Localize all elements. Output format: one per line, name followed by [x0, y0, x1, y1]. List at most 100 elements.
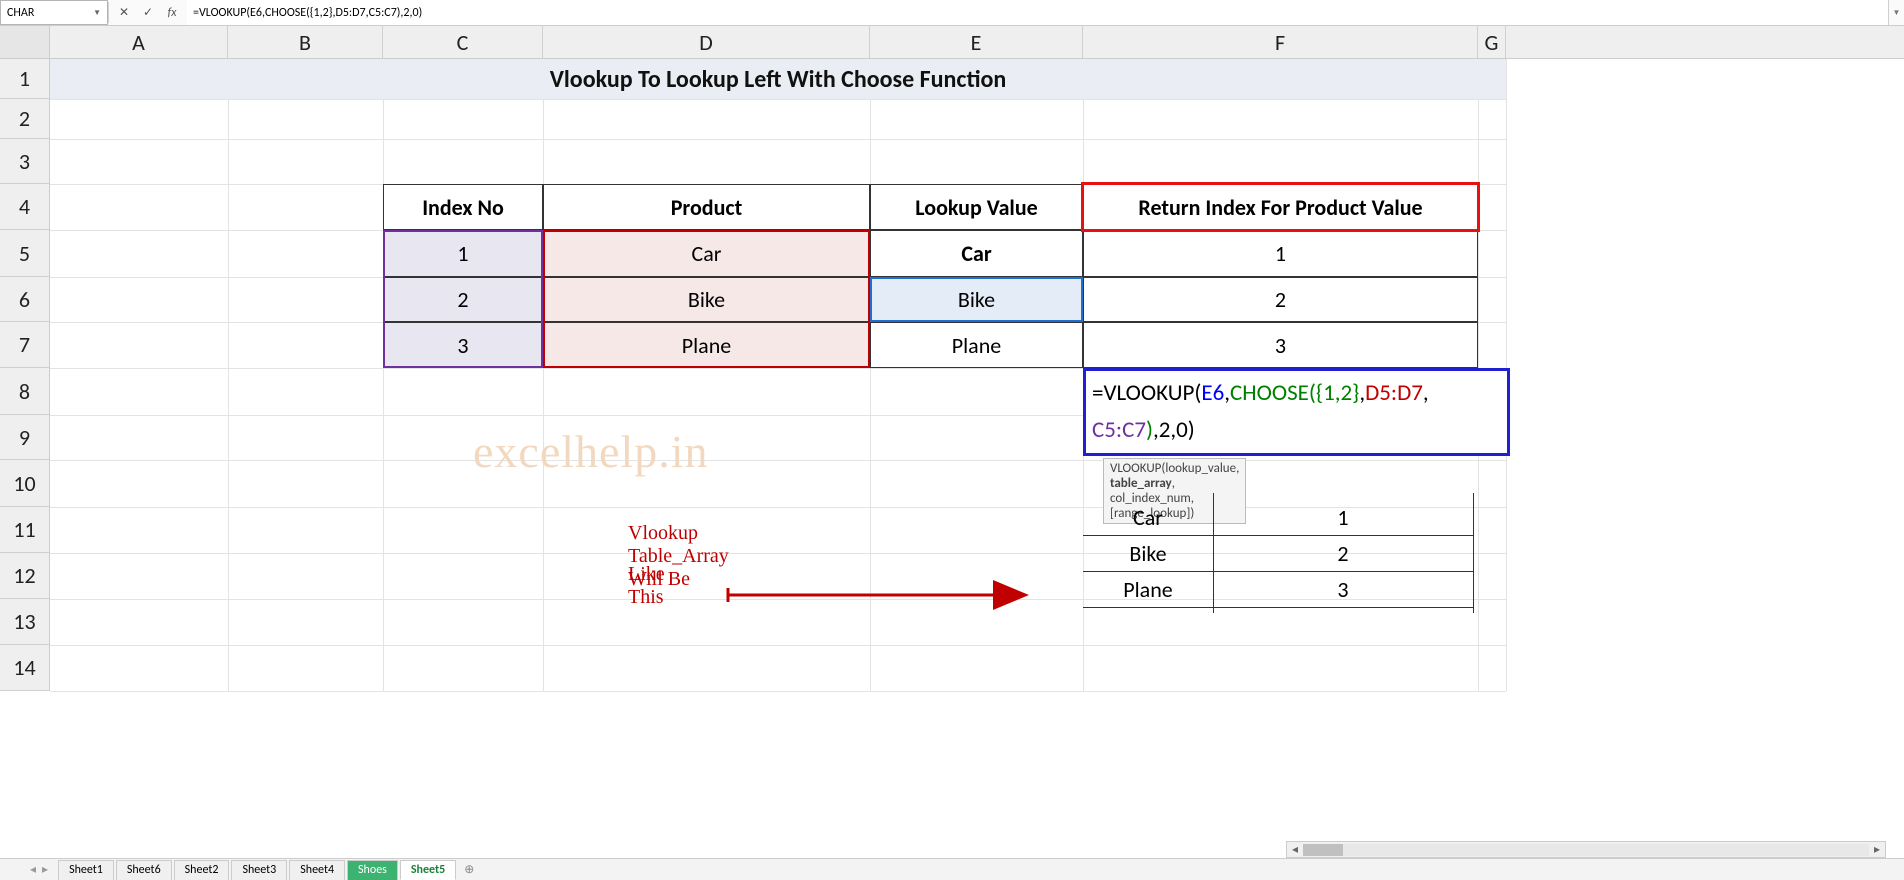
formula-array: {1,2} — [1316, 379, 1360, 407]
col-header-F[interactable]: F — [1083, 26, 1478, 58]
add-sheet-icon[interactable]: ⊕ — [464, 862, 474, 877]
tooltip-sep: , — [1172, 476, 1175, 491]
formula-part: =VLOOKUP( — [1092, 379, 1201, 407]
tab-nav[interactable]: ◂ ▸ — [30, 862, 48, 877]
cell-lookup-2[interactable]: Bike — [870, 277, 1083, 322]
col-header-C[interactable]: C — [383, 26, 543, 58]
cell-index-1[interactable]: 1 — [383, 230, 543, 277]
virtual-cell: Bike — [1083, 535, 1213, 571]
col-header-G[interactable]: G — [1478, 26, 1506, 58]
cell-value: 2 — [457, 286, 468, 313]
row-header-9[interactable]: 9 — [0, 415, 49, 460]
fx-icon[interactable]: fx — [161, 6, 183, 20]
cell-lookup-3[interactable]: Plane — [870, 322, 1083, 368]
row-header-7[interactable]: 7 — [0, 322, 49, 368]
column-headers: ABCDEFG — [50, 26, 1904, 59]
tab-sheet1[interactable]: Sheet1 — [58, 860, 114, 880]
tooltip-fn: VLOOKUP( — [1110, 461, 1165, 476]
col-header-B[interactable]: B — [228, 26, 383, 58]
formula-input[interactable]: =VLOOKUP(E6,CHOOSE({1,2},D5:D7,C5:C7),2,… — [187, 0, 1888, 25]
watermark: excelhelp.in — [473, 425, 709, 478]
scroll-thumb[interactable] — [1303, 844, 1343, 856]
virtual-cell: Plane — [1083, 571, 1213, 607]
cell-value: Bike — [958, 286, 995, 313]
cell-value: Bike — [688, 286, 725, 313]
name-box[interactable]: CHAR ▼ — [0, 0, 108, 25]
formula-ref-d: D5:D7 — [1365, 379, 1423, 407]
formula-part: , — [1423, 379, 1429, 407]
cancel-icon[interactable]: ✕ — [113, 5, 135, 20]
cell-value: Car — [961, 240, 991, 267]
row-header-12[interactable]: 12 — [0, 553, 49, 599]
row-header-8[interactable]: 8 — [0, 368, 49, 415]
virtual-cell: 3 — [1213, 571, 1473, 607]
cell-product-3[interactable]: Plane — [543, 322, 870, 368]
scroll-track[interactable] — [1303, 844, 1869, 856]
cell-value: Plane — [682, 332, 731, 359]
header-index-text: Index No — [422, 194, 504, 221]
virtual-cell: Car — [1083, 499, 1213, 535]
cell-lookup-1[interactable]: Car — [870, 230, 1083, 277]
grid: ABCDEFG 1234567891011121314 Vlookup To L… — [0, 26, 1904, 870]
chevron-down-icon[interactable]: ▼ — [93, 8, 101, 18]
row-headers: 1234567891011121314 — [0, 59, 50, 691]
cell-product-1[interactable]: Car — [543, 230, 870, 277]
formula-display-box: =VLOOKUP(E6,CHOOSE({1,2},D5:D7,C5:C7),2,… — [1083, 368, 1510, 456]
cell-value: 1 — [1275, 240, 1286, 267]
callout-red-header — [1081, 182, 1480, 232]
header-lookup: Lookup Value — [870, 184, 1083, 230]
name-box-value: CHAR — [7, 6, 34, 20]
formula-bar: CHAR ▼ ✕ ✓ fx =VLOOKUP(E6,CHOOSE({1,2},D… — [0, 0, 1904, 26]
row-header-5[interactable]: 5 — [0, 230, 49, 277]
cell-return-2[interactable]: 2 — [1083, 277, 1478, 322]
row-header-2[interactable]: 2 — [0, 99, 49, 139]
row-header-11[interactable]: 11 — [0, 507, 49, 553]
cell-product-2[interactable]: Bike — [543, 277, 870, 322]
row-header-13[interactable]: 13 — [0, 599, 49, 645]
formula-text: =VLOOKUP(E6,CHOOSE({1,2},D5:D7,C5:C7),2,… — [193, 6, 422, 20]
cell-return-3[interactable]: 3 — [1083, 322, 1478, 368]
row-header-6[interactable]: 6 — [0, 277, 49, 322]
formula-part: ,2,0) — [1153, 416, 1195, 444]
cell-index-2[interactable]: 2 — [383, 277, 543, 322]
virtual-cell: 2 — [1213, 535, 1473, 571]
cell-value: 1 — [457, 240, 468, 267]
arrow-icon — [723, 575, 1043, 615]
col-header-A[interactable]: A — [50, 26, 228, 58]
formula-choose: CHOOSE( — [1230, 379, 1316, 407]
scroll-right-icon[interactable]: ▸ — [1869, 842, 1885, 857]
formula-part: ) — [1146, 416, 1153, 444]
cell-return-1[interactable]: 1 — [1083, 230, 1478, 277]
cell-value: Plane — [952, 332, 1001, 359]
row-header-14[interactable]: 14 — [0, 645, 49, 691]
col-header-D[interactable]: D — [543, 26, 870, 58]
tab-sheet2[interactable]: Sheet2 — [174, 860, 230, 880]
formula-ref-c: C5:C7 — [1092, 416, 1146, 444]
cell-index-3[interactable]: 3 — [383, 322, 543, 368]
select-all-corner[interactable] — [0, 26, 50, 59]
tab-sheet4[interactable]: Sheet4 — [289, 860, 345, 880]
row-header-10[interactable]: 10 — [0, 460, 49, 507]
tab-shoes[interactable]: Shoes — [347, 860, 398, 880]
header-product-text: Product — [671, 194, 743, 221]
tab-sheet3[interactable]: Sheet3 — [231, 860, 287, 880]
enter-icon[interactable]: ✓ — [137, 5, 159, 20]
cell-value: 2 — [1275, 286, 1286, 313]
expand-formula-bar-icon[interactable]: ▼ — [1888, 0, 1904, 25]
col-header-E[interactable]: E — [870, 26, 1083, 58]
tab-first-icon[interactable]: ◂ — [30, 862, 36, 877]
tab-sheet6[interactable]: Sheet6 — [116, 860, 172, 880]
scroll-left-icon[interactable]: ◂ — [1287, 842, 1303, 857]
row-header-1[interactable]: 1 — [0, 59, 49, 99]
tooltip-sep: , — [1236, 461, 1239, 476]
row-header-3[interactable]: 3 — [0, 139, 49, 184]
header-lookup-text: Lookup Value — [915, 194, 1037, 221]
tooltip-arg: lookup_value — [1165, 461, 1236, 476]
horizontal-scrollbar[interactable]: ◂ ▸ — [1286, 841, 1886, 858]
cell-value: 3 — [1275, 332, 1286, 359]
row-header-4[interactable]: 4 — [0, 184, 49, 230]
tab-prev-icon[interactable]: ▸ — [42, 862, 48, 877]
virtual-cell: 1 — [1213, 499, 1473, 535]
formula-colored: =VLOOKUP(E6,CHOOSE({1,2},D5:D7,C5:C7),2,… — [1086, 371, 1507, 453]
tab-sheet5[interactable]: Sheet5 — [400, 860, 456, 880]
